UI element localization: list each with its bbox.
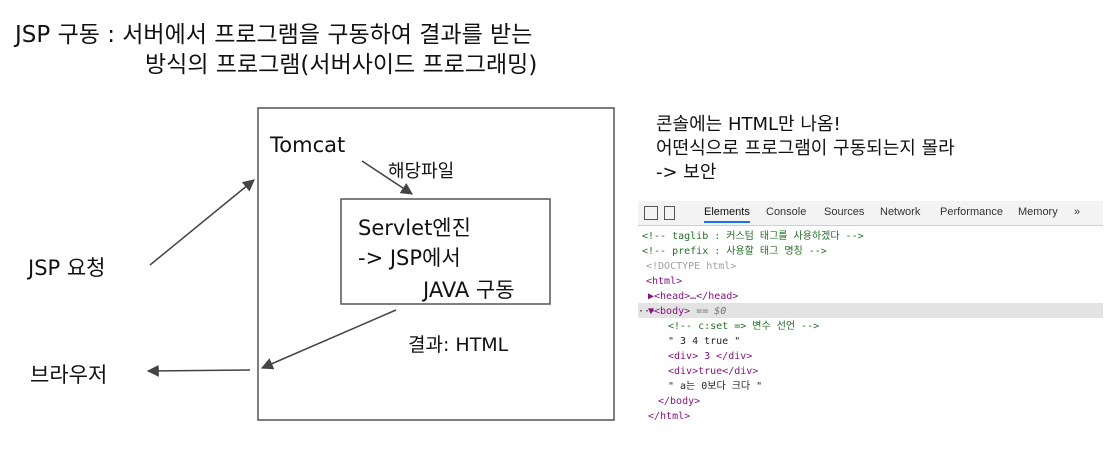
dom-line[interactable]: </html> bbox=[648, 409, 690, 424]
dom-line-text: </body> bbox=[658, 396, 701, 407]
dom-line-text: ▼<body> bbox=[648, 306, 691, 317]
dom-line-text: ▶<head>…</head> bbox=[648, 291, 739, 302]
response-arrow bbox=[146, 364, 251, 377]
dom-line[interactable]: <!-- c:set => 변수 선언 --> bbox=[668, 319, 819, 334]
servlet-engine-label: Servlet엔진 bbox=[358, 216, 471, 240]
tab-memory[interactable]: Memory bbox=[1018, 206, 1058, 218]
title-line-2: 방식의 프로그램(서버사이드 프로그래밍) bbox=[145, 52, 538, 78]
dom-line[interactable]: ▶<head>…</head> bbox=[648, 289, 738, 304]
java-run-label: JAVA 구동 bbox=[423, 278, 515, 302]
dom-line[interactable]: <div> 3 </div> bbox=[668, 349, 752, 364]
devtools-panel: Elements Console Sources Network Perform… bbox=[638, 201, 1103, 426]
dom-line[interactable]: <!DOCTYPE html> bbox=[646, 259, 736, 274]
result-label: 결과: HTML bbox=[408, 334, 509, 356]
dom-line-text: <div> 3 </div> bbox=[668, 351, 753, 362]
note-line-3: -> 보안 bbox=[656, 162, 717, 183]
selected-node-suffix: == $0 bbox=[690, 306, 727, 317]
dom-line[interactable]: " 3 4 true " bbox=[668, 334, 740, 349]
note-line-2: 어떤식으로 프로그램이 구동되는지 몰라 bbox=[656, 138, 955, 159]
dom-line-text: " 3 4 true " bbox=[668, 336, 741, 347]
devtools-tabbar: Elements Console Sources Network Perform… bbox=[638, 201, 1103, 226]
dom-line-text: <!DOCTYPE html> bbox=[646, 261, 737, 272]
dom-line[interactable]: ▼<body> == $0 bbox=[648, 304, 726, 319]
more-tabs-icon[interactable]: » bbox=[1074, 206, 1080, 218]
result-arrow bbox=[260, 309, 397, 370]
note-line-1: 콘솔에는 HTML만 나옴! bbox=[656, 114, 841, 135]
tab-sources[interactable]: Sources bbox=[824, 206, 864, 218]
dom-line[interactable]: <!-- prefix : 사용할 태그 명칭 --> bbox=[642, 244, 827, 259]
dom-line[interactable]: " a는 0보다 크다 " bbox=[668, 379, 762, 394]
dom-line[interactable]: <div>true</div> bbox=[668, 364, 758, 379]
dom-line-text: <html> bbox=[646, 276, 683, 287]
browser-label: 브라우저 bbox=[30, 363, 108, 387]
tomcat-label: Tomcat bbox=[270, 133, 346, 157]
title-line-1: JSP 구동 : 서버에서 프로그램을 구동하여 결과를 받는 bbox=[15, 22, 533, 48]
request-arrow bbox=[149, 179, 255, 266]
tab-elements[interactable]: Elements bbox=[704, 206, 750, 223]
jsp-label: -> JSP에서 bbox=[358, 246, 461, 270]
dom-line-text: <!-- c:set => 변수 선언 --> bbox=[668, 321, 820, 332]
dom-line-text: " a는 0보다 크다 " bbox=[668, 381, 763, 392]
dom-line-text: <!-- prefix : 사용할 태그 명칭 --> bbox=[642, 246, 827, 257]
dom-line[interactable]: <!-- taglib : 커스텀 태그를 사용하겠다 --> bbox=[642, 229, 864, 244]
dom-line[interactable]: </body> bbox=[658, 394, 700, 409]
inspect-icon[interactable] bbox=[644, 206, 658, 220]
tab-performance[interactable]: Performance bbox=[940, 206, 1003, 218]
dom-line[interactable]: <html> bbox=[646, 274, 682, 289]
tab-network[interactable]: Network bbox=[880, 206, 920, 218]
dom-line-text: <div>true</div> bbox=[668, 366, 759, 377]
device-toggle-icon[interactable] bbox=[664, 206, 675, 220]
file-label: 해당파일 bbox=[388, 161, 455, 182]
dom-line-text: <!-- taglib : 커스텀 태그를 사용하겠다 --> bbox=[642, 231, 864, 242]
tab-console[interactable]: Console bbox=[766, 206, 806, 218]
dom-line-text: </html> bbox=[648, 411, 691, 422]
jsp-request-label: JSP 요청 bbox=[28, 256, 106, 280]
